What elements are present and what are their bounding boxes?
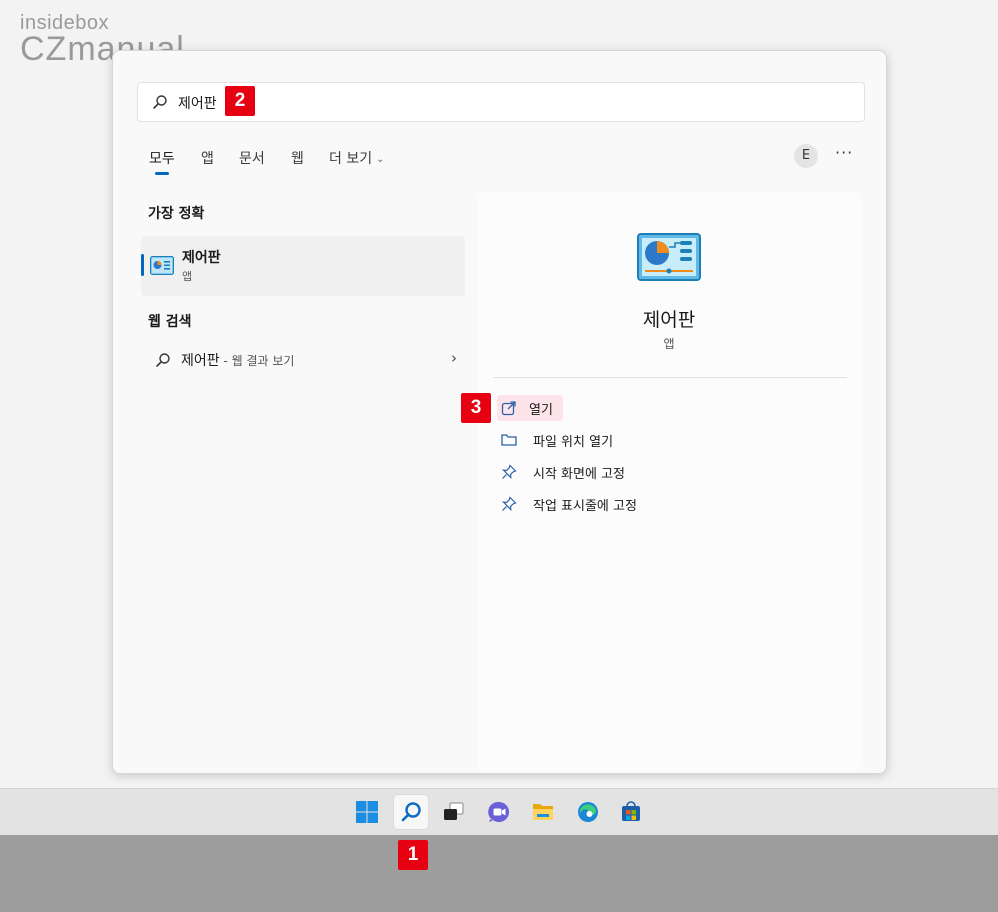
preview-app-name: 제어판 <box>642 309 696 331</box>
web-search-suffix: - 웹 결과 보기 <box>219 354 295 368</box>
step-marker-3: 3 <box>461 393 491 423</box>
step-marker-1: 1 <box>398 840 428 870</box>
account-avatar[interactable]: E <box>794 144 818 168</box>
control-panel-icon <box>150 256 174 275</box>
tab-more-label: 더 보기 <box>329 151 373 167</box>
tab-more[interactable]: 더 보기 ⌄ <box>329 148 384 168</box>
desktop-background <box>0 835 998 912</box>
taskbar-search-button[interactable] <box>394 795 428 829</box>
chat-button[interactable] <box>482 795 516 829</box>
open-external-icon <box>501 401 516 416</box>
step-marker-2: 2 <box>225 86 255 116</box>
search-icon <box>153 95 167 109</box>
chevron-down-icon: ⌄ <box>376 154 385 165</box>
file-explorer-button[interactable] <box>526 795 560 829</box>
windows-start-icon <box>356 801 378 823</box>
pin-to-start-label: 시작 화면에 고정 <box>533 467 625 482</box>
best-match-name: 제어판 <box>182 250 221 266</box>
divider <box>493 377 847 378</box>
selection-indicator <box>141 254 144 276</box>
pin-to-start-action[interactable]: 시작 화면에 고정 <box>497 459 697 485</box>
pin-to-taskbar-action[interactable]: 작업 표시줄에 고정 <box>497 491 697 517</box>
edge-button[interactable] <box>571 795 605 829</box>
search-icon <box>156 353 170 367</box>
task-view-button[interactable] <box>437 795 471 829</box>
preview-app-type: 앱 <box>663 337 675 351</box>
store-icon <box>622 801 640 821</box>
tab-web[interactable]: 웹 <box>291 148 304 168</box>
open-action-label: 열기 <box>529 403 553 418</box>
chevron-right-icon: › <box>451 349 457 367</box>
open-file-location-label: 파일 위치 열기 <box>533 435 614 450</box>
control-panel-large-icon <box>637 233 701 281</box>
tab-all[interactable]: 모두 <box>149 148 175 168</box>
store-button[interactable] <box>614 795 648 829</box>
task-view-icon <box>444 802 464 820</box>
best-match-heading: 가장 정확 <box>148 206 205 222</box>
tab-apps[interactable]: 앱 <box>201 148 214 168</box>
pin-icon <box>501 464 517 480</box>
open-file-location-action[interactable]: 파일 위치 열기 <box>497 427 697 453</box>
search-icon <box>401 802 421 822</box>
preview-pane: 제어판 앱 열기 파일 위치 열기 시작 화면에 고정 작업 표시줄에 고정 <box>477 193 861 771</box>
best-match-item[interactable]: 제어판 앱 <box>141 236 465 296</box>
active-tab-indicator <box>155 172 169 175</box>
open-action[interactable]: 열기 <box>497 395 697 421</box>
pin-to-taskbar-label: 작업 표시줄에 고정 <box>533 499 637 514</box>
web-search-heading: 웹 검색 <box>148 314 192 330</box>
best-match-type: 앱 <box>182 270 193 283</box>
file-explorer-icon <box>533 804 553 820</box>
start-button[interactable] <box>350 795 384 829</box>
web-search-item[interactable]: 제어판 - 웹 결과 보기 › <box>149 347 457 373</box>
search-query: 제어판 <box>178 96 217 112</box>
pin-icon <box>501 496 517 512</box>
folder-icon <box>501 434 517 446</box>
search-panel: 제어판 2 모두 앱 문서 웹 더 보기 ⌄ E ··· 가장 정확 제어판 앱 … <box>112 50 887 774</box>
chat-icon <box>488 801 509 822</box>
web-search-query: 제어판 <box>181 353 220 369</box>
tab-documents[interactable]: 문서 <box>239 148 265 168</box>
edge-icon <box>578 802 598 822</box>
more-options-button[interactable]: ··· <box>835 143 853 162</box>
taskbar <box>0 788 998 835</box>
